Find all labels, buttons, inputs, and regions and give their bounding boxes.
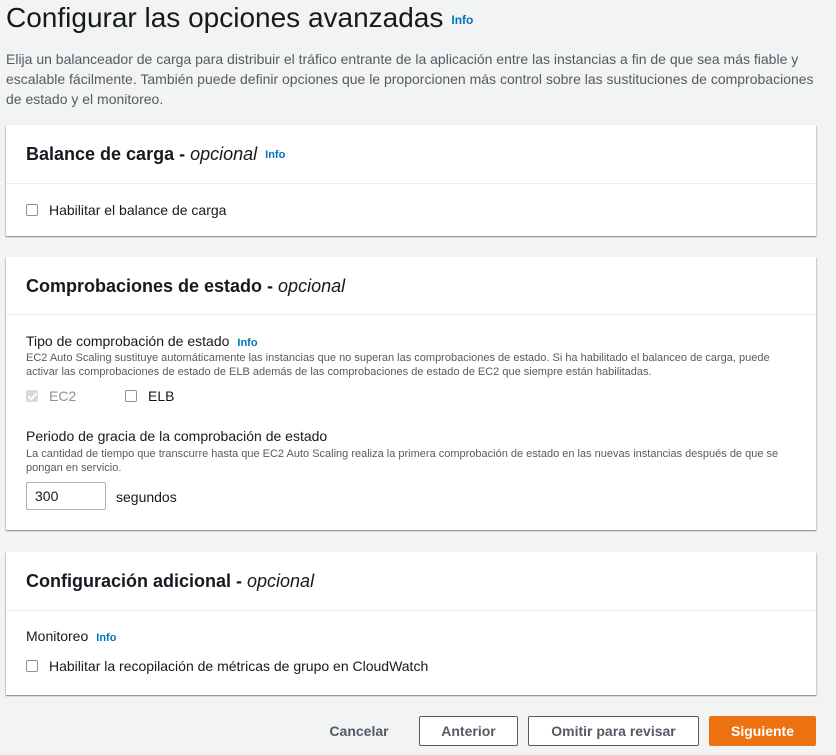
elb-health-check-checkbox[interactable]: ELB (125, 388, 174, 404)
enable-load-balancing-checkbox[interactable]: Habilitar el balance de carga (26, 202, 226, 218)
enable-load-balancing-label: Habilitar el balance de carga (49, 202, 227, 218)
grace-period-description: La cantidad de tiempo que transcurre has… (26, 448, 779, 474)
load-balancing-title: Balance de carga - opcional Info (26, 144, 285, 165)
next-button[interactable]: Siguiente (709, 716, 816, 746)
health-check-type-info-link[interactable]: Info (237, 337, 257, 349)
additional-settings-optional: opcional (247, 571, 315, 591)
checkbox-box[interactable] (26, 204, 38, 216)
elb-checkbox-label: ELB (148, 388, 175, 404)
additional-settings-title: Configuración adicional - opcional (26, 571, 314, 592)
health-checks-title: Comprobaciones de estado - opcional (26, 276, 345, 297)
monitoring-label-text: Monitoreo (26, 628, 89, 644)
health-check-type-description: EC2 Auto Scaling sustituye automáticamen… (26, 352, 770, 378)
page-title: Configurar las opciones avanzadas Info (6, 2, 473, 34)
grace-period-label: Periodo de gracia de la comprobación de … (26, 428, 328, 444)
cloudwatch-checkbox-box[interactable] (26, 660, 38, 672)
additional-settings-title-text: Configuración adicional - (26, 571, 248, 591)
health-check-type-label: Tipo de comprobación de estado Info (26, 333, 258, 349)
additional-settings-panel: Configuración adicional - opcional Monit… (6, 552, 816, 695)
ec2-checkbox-box (26, 390, 38, 402)
skip-to-review-button[interactable]: Omitir para revisar (528, 716, 699, 746)
ec2-health-check-checkbox: EC2 (26, 388, 76, 404)
health-check-type-label-text: Tipo de comprobación de estado (26, 333, 230, 349)
monitoring-label: Monitoreo Info (26, 628, 116, 644)
ec2-checkbox-label: EC2 (49, 388, 77, 404)
page-title-text: Configurar las opciones avanzadas (6, 2, 444, 33)
cancel-button[interactable]: Cancelar (322, 716, 396, 746)
page: Configurar las opciones avanzadas Info El… (0, 0, 836, 755)
additional-settings-header: Configuración adicional - opcional (6, 552, 816, 611)
health-checks-title-text: Comprobaciones de estado - (26, 276, 279, 296)
load-balancing-header: Balance de carga - opcional Info (6, 125, 816, 184)
elb-checkbox-box[interactable] (125, 390, 137, 402)
health-checks-header: Comprobaciones de estado - opcional (6, 257, 816, 315)
previous-button[interactable]: Anterior (419, 716, 518, 746)
grace-period-unit: segundos (116, 489, 177, 505)
cloudwatch-checkbox-label: Habilitar la recopilación de métricas de… (49, 658, 429, 674)
health-checks-panel: Comprobaciones de estado - opcional Tipo… (6, 257, 816, 530)
load-balancing-panel: Balance de carga - opcional Info Habilita… (6, 125, 816, 236)
page-info-link[interactable]: Info (451, 13, 473, 27)
enable-cloudwatch-metrics-checkbox[interactable]: Habilitar la recopilación de métricas de… (26, 658, 428, 674)
load-balancing-info-link[interactable]: Info (265, 149, 285, 161)
load-balancing-title-text: Balance de carga - (26, 144, 191, 164)
health-checks-optional: opcional (278, 276, 346, 296)
grace-period-input[interactable] (26, 482, 106, 510)
page-description: Elija un balanceador de carga para distr… (6, 51, 814, 107)
load-balancing-optional: opcional (190, 144, 258, 164)
monitoring-info-link[interactable]: Info (96, 632, 116, 644)
